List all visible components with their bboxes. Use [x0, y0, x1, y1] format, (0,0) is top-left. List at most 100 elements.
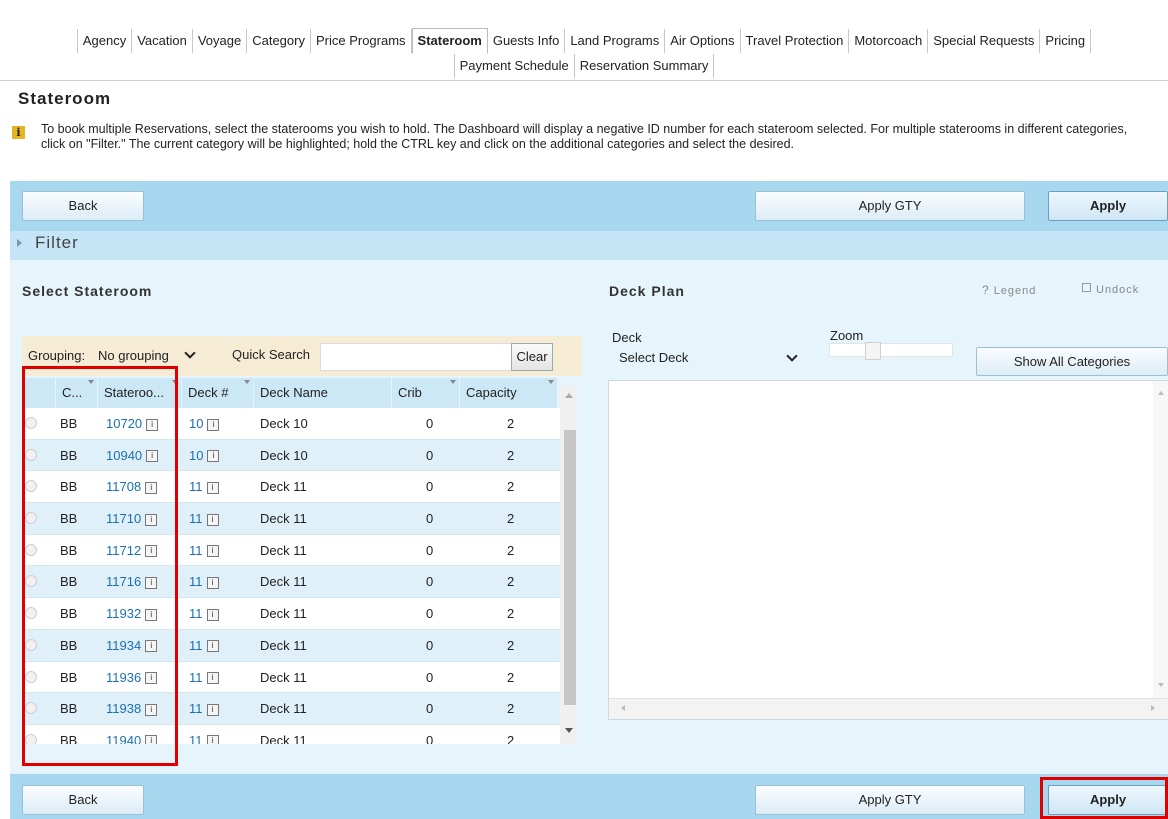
deck-number-cell[interactable]: 11 i [189, 503, 219, 534]
table-row[interactable]: BB 11938 i 11 i Deck 11 0 2 [22, 693, 560, 725]
filter-bar[interactable] [10, 231, 1168, 260]
stateroom-cell[interactable]: 11936 i [106, 662, 158, 693]
show-all-categories-button[interactable]: Show All Categories [976, 347, 1168, 376]
info-icon[interactable]: i [206, 577, 219, 589]
info-icon[interactable]: i [206, 735, 219, 744]
row-select-radio[interactable] [25, 448, 37, 461]
zoom-slider-handle[interactable] [865, 342, 881, 360]
scroll-down-icon[interactable] [565, 728, 573, 733]
info-icon[interactable]: i [145, 703, 158, 716]
stateroom-link[interactable]: 11712 [106, 543, 141, 558]
deck-number-cell[interactable]: 11 i [189, 598, 219, 629]
tab-price-programs[interactable]: Price Programs [311, 29, 412, 53]
table-row[interactable]: BB 11710 i 11 i Deck 11 0 2 [22, 503, 560, 535]
info-icon[interactable]: i [206, 608, 219, 621]
deck-number-link[interactable]: 11 [189, 511, 203, 526]
deck-number-link[interactable]: 11 [189, 479, 203, 494]
tab-guests-info[interactable]: Guests Info [488, 29, 566, 53]
undock-link[interactable]: Undock [1082, 283, 1139, 296]
row-select-radio[interactable] [25, 733, 37, 744]
info-icon[interactable]: i [145, 640, 158, 653]
table-row[interactable]: BB 11708 i 11 i Deck 11 0 2 [22, 471, 560, 504]
expand-arrow-icon[interactable] [17, 239, 22, 247]
back-button-bottom[interactable]: Back [22, 785, 144, 815]
info-icon[interactable]: i [145, 577, 158, 589]
stateroom-link[interactable]: 11938 [106, 701, 141, 716]
info-icon[interactable]: i [146, 450, 159, 463]
col-deck-name[interactable]: Deck Name [254, 378, 392, 408]
row-select-radio[interactable] [25, 670, 37, 683]
tab-land-programs[interactable]: Land Programs [565, 29, 666, 53]
deck-number-link[interactable]: 11 [189, 606, 203, 621]
stateroom-cell[interactable]: 11938 i [106, 693, 158, 724]
stateroom-link[interactable]: 10720 [106, 416, 142, 431]
table-row[interactable]: BB 11936 i 11 i Deck 11 0 2 [22, 661, 560, 694]
back-button[interactable]: Back [22, 191, 144, 221]
clear-button[interactable]: Clear [511, 343, 553, 371]
tab-air-options[interactable]: Air Options [665, 29, 741, 53]
table-row[interactable]: BB 11716 i 11 i Deck 11 0 2 [22, 566, 560, 599]
deck-number-link[interactable]: 11 [189, 543, 203, 558]
table-row[interactable]: BB 10720 i 10 i Deck 10 0 2 [22, 408, 560, 440]
stateroom-link[interactable]: 11710 [106, 511, 141, 526]
deck-number-link[interactable]: 10 [189, 416, 203, 431]
row-select-radio[interactable] [25, 512, 37, 525]
scroll-down-icon[interactable] [1158, 683, 1164, 687]
stateroom-link[interactable]: 11940 [106, 733, 141, 744]
row-select-radio[interactable] [25, 575, 37, 588]
row-select-radio[interactable] [25, 417, 37, 429]
scroll-thumb[interactable] [564, 430, 576, 705]
table-row[interactable]: BB 10940 i 10 i Deck 10 0 2 [22, 439, 560, 472]
table-row[interactable]: BB 11712 i 11 i Deck 11 0 2 [22, 534, 560, 567]
scroll-right-icon[interactable] [1151, 705, 1155, 711]
row-select-radio[interactable] [25, 638, 37, 651]
row-select-radio[interactable] [25, 543, 37, 556]
info-icon[interactable]: i [146, 418, 159, 431]
stateroom-cell[interactable]: 10940 i [106, 440, 159, 471]
deck-number-cell[interactable]: 11 i [189, 566, 219, 597]
scroll-left-icon[interactable] [621, 705, 625, 711]
tab-payment-schedule[interactable]: Payment Schedule [453, 54, 575, 78]
tab-vacation[interactable]: Vacation [132, 29, 193, 53]
stateroom-link[interactable]: 11936 [106, 670, 141, 685]
info-icon[interactable]: i [206, 672, 219, 685]
zoom-slider[interactable] [829, 342, 953, 360]
tab-category[interactable]: Category [247, 29, 311, 53]
tab-agency[interactable]: Agency [76, 29, 133, 53]
col-deck-number[interactable]: Deck # [182, 378, 254, 408]
filter-label[interactable]: Filter [35, 233, 79, 253]
deck-number-link[interactable]: 11 [189, 638, 203, 653]
scroll-up-icon[interactable] [565, 393, 573, 398]
deck-number-cell[interactable]: 10 i [189, 440, 220, 471]
stateroom-cell[interactable]: 11708 i [106, 471, 158, 502]
stateroom-cell[interactable]: 11940 i [106, 725, 158, 744]
info-icon[interactable]: i [145, 735, 158, 744]
tab-pricing[interactable]: Pricing [1040, 29, 1092, 53]
deck-number-cell[interactable]: 11 i [189, 630, 219, 661]
deck-number-link[interactable]: 11 [189, 670, 203, 685]
deck-plan-hscrollbar[interactable] [609, 698, 1168, 719]
info-icon[interactable]: i [145, 481, 158, 494]
table-row[interactable]: BB 11932 i 11 i Deck 11 0 2 [22, 598, 560, 630]
info-icon[interactable]: i [206, 513, 219, 526]
tab-special-requests[interactable]: Special Requests [928, 29, 1041, 53]
info-icon[interactable]: i [145, 513, 158, 526]
deck-number-cell[interactable]: 11 i [189, 471, 219, 502]
apply-gty-button-bottom[interactable]: Apply GTY [755, 785, 1025, 815]
row-select-radio[interactable] [25, 607, 37, 620]
apply-button-bottom[interactable]: Apply [1048, 785, 1168, 815]
tab-motorcoach[interactable]: Motorcoach [849, 29, 929, 53]
apply-button[interactable]: Apply [1048, 191, 1168, 221]
info-icon[interactable]: i [206, 640, 219, 653]
table-row[interactable]: BB 11934 i 11 i Deck 11 0 2 [22, 629, 560, 662]
stateroom-link[interactable]: 11708 [106, 479, 141, 494]
deck-number-link[interactable]: 11 [189, 701, 203, 716]
deck-plan-canvas[interactable] [608, 380, 1168, 720]
deck-number-cell[interactable]: 11 i [189, 725, 219, 744]
info-icon[interactable]: i [206, 703, 219, 716]
stateroom-link[interactable]: 10940 [106, 448, 142, 463]
deck-number-cell[interactable]: 11 i [189, 693, 219, 724]
deck-select[interactable]: Select Deck [610, 345, 802, 371]
grouping-select[interactable]: No grouping [98, 347, 197, 363]
deck-number-cell[interactable]: 11 i [189, 662, 219, 693]
